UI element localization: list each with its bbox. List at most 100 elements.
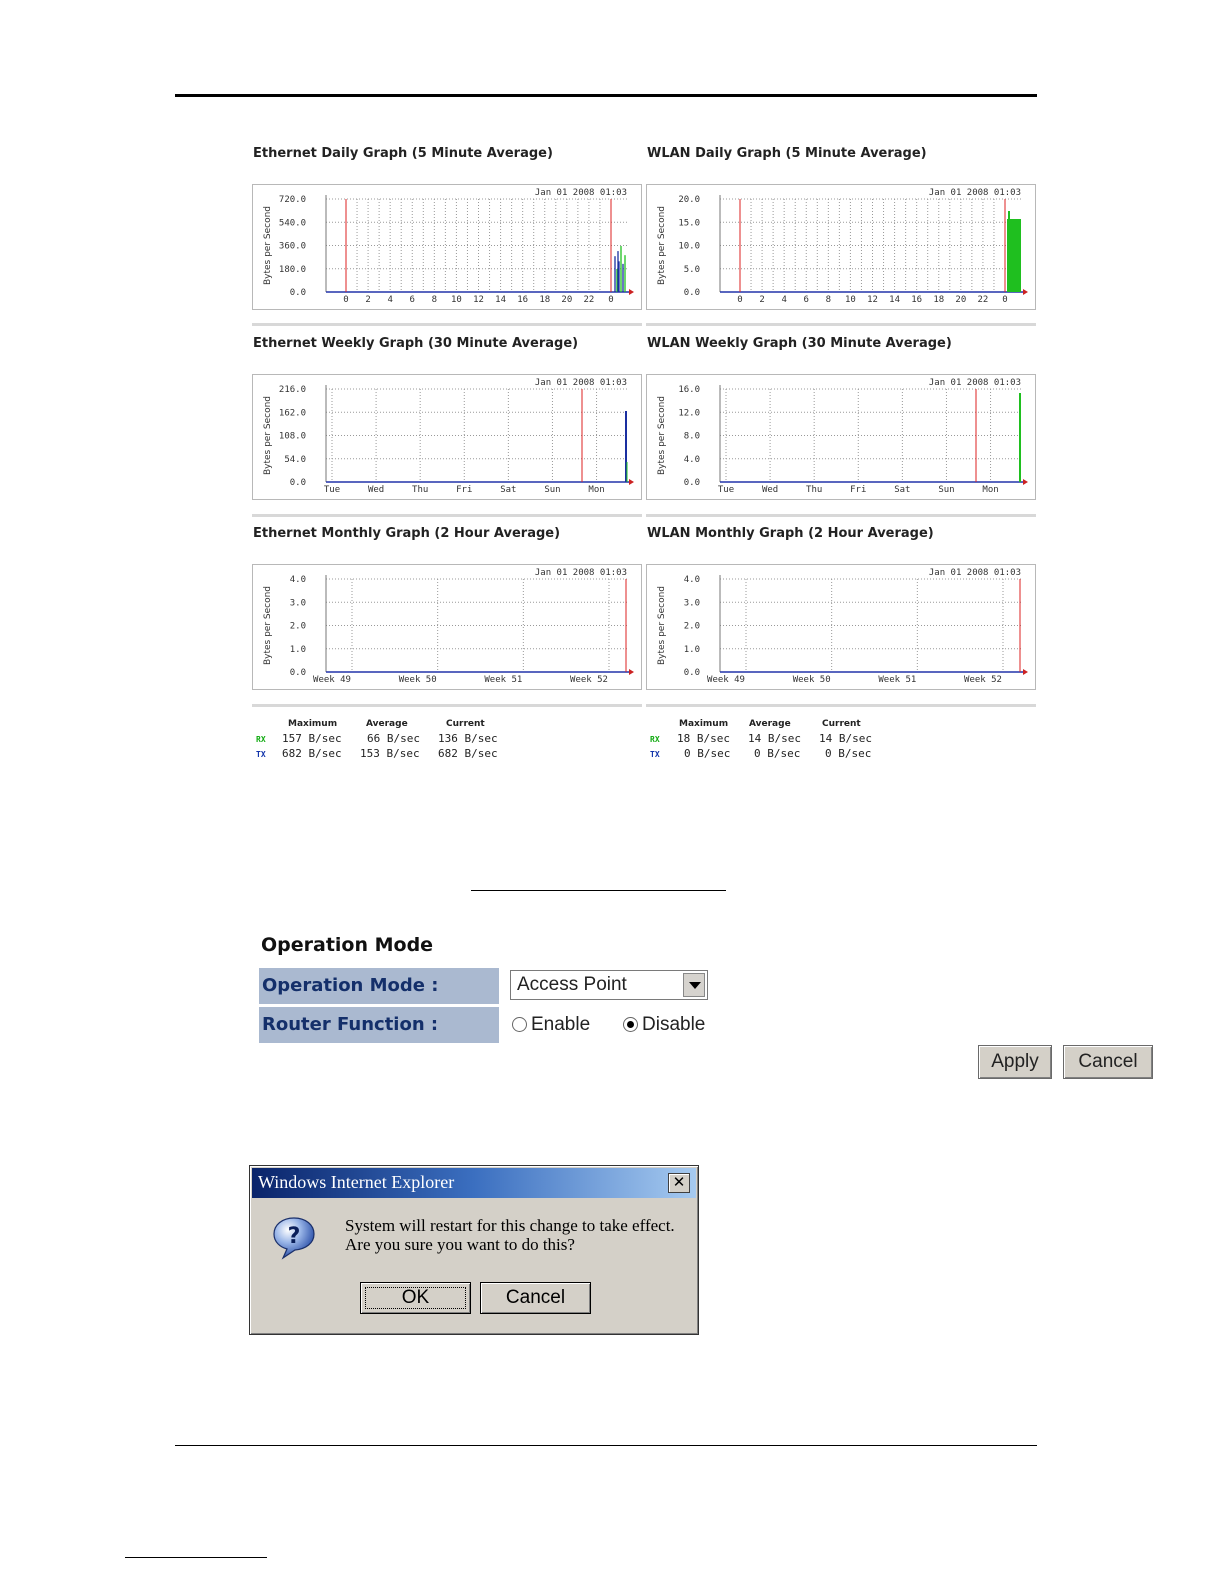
x-tick-label: 22 bbox=[583, 295, 594, 305]
dialog-cancel-button[interactable]: Cancel bbox=[480, 1282, 591, 1314]
x-tick-label: Wed bbox=[368, 485, 384, 495]
traffic-area bbox=[1007, 219, 1021, 292]
y-axis-label: Bytes per Second bbox=[263, 396, 273, 475]
eth-tx-max: 682 B/sec bbox=[282, 747, 342, 760]
y-tick-label: 3.0 bbox=[684, 598, 700, 608]
x-tick-label: Week 50 bbox=[399, 675, 437, 685]
x-tick-label: Tue bbox=[324, 485, 340, 495]
x-tick-label: Sat bbox=[894, 485, 910, 495]
close-icon[interactable]: ✕ bbox=[668, 1173, 690, 1193]
axis-arrow-icon bbox=[1023, 289, 1028, 295]
x-tick-label: 14 bbox=[495, 295, 506, 305]
wlan-tx-max: 0 B/sec bbox=[684, 747, 731, 760]
x-tick-label: Sat bbox=[500, 485, 516, 495]
dialog-ok-label: OK bbox=[401, 1287, 430, 1308]
wlan-daily-graph: Jan 01 2008 01:03 Bytes per Second 20.0 15.… bbox=[646, 184, 1036, 310]
stats-header-max: Maximum bbox=[679, 719, 729, 729]
x-tick-label: 4 bbox=[781, 295, 786, 305]
eth-weekly-title: Ethernet Weekly Graph (30 Minute Average… bbox=[253, 336, 579, 351]
eth-weekly-svg: Jan 01 2008 01:03 Bytes per Second 216.0 16… bbox=[263, 378, 634, 495]
y-tick-label: 0.0 bbox=[290, 478, 306, 488]
router-function-label: Router Function : bbox=[259, 1007, 499, 1043]
x-tick-label: Thu bbox=[412, 485, 428, 495]
x-tick-label: 0 bbox=[737, 295, 742, 305]
x-tick-label: Sun bbox=[938, 485, 954, 495]
x-tick-label: 8 bbox=[432, 295, 437, 305]
rx-label: RX bbox=[650, 735, 660, 744]
operation-mode-select[interactable]: Access Point bbox=[510, 970, 708, 1000]
wlan-rx-cur: 14 B/sec bbox=[819, 732, 872, 745]
y-tick-label: 20.0 bbox=[678, 195, 700, 205]
graph-timestamp: Jan 01 2008 01:03 bbox=[535, 188, 627, 198]
section-divider bbox=[471, 890, 726, 891]
y-tick-label: 720.0 bbox=[279, 195, 306, 205]
chevron-down-icon[interactable] bbox=[683, 973, 705, 997]
y-tick-label: 216.0 bbox=[279, 385, 306, 395]
y-tick-label: 0.0 bbox=[290, 288, 306, 298]
eth-daily-graph: Jan 01 2008 01:03 Bytes per Second 720.0 54… bbox=[252, 184, 642, 310]
router-disable-label: Disable bbox=[642, 1014, 706, 1035]
dialog-message-line1: System will restart for this change to t… bbox=[345, 1216, 675, 1235]
x-tick-label: 6 bbox=[804, 295, 809, 305]
axis-arrow-icon bbox=[1023, 669, 1028, 675]
stats-header-cur: Current bbox=[822, 719, 861, 729]
graph-timestamp: Jan 01 2008 01:03 bbox=[929, 188, 1021, 198]
y-tick-label: 180.0 bbox=[279, 265, 306, 275]
graph-separator bbox=[252, 704, 642, 707]
wlan-monthly-graph: Jan 01 2008 01:03 Bytes per Second 4.0 3.0 2… bbox=[646, 564, 1036, 690]
x-tick-label: 0 bbox=[608, 295, 613, 305]
router-disable-radio[interactable] bbox=[623, 1017, 638, 1032]
x-tick-label: 16 bbox=[517, 295, 528, 305]
x-tick-label: Week 51 bbox=[484, 675, 522, 685]
stats-header-avg: Average bbox=[749, 719, 791, 729]
operation-mode-heading: Operation Mode bbox=[261, 934, 434, 956]
y-tick-label: 10.0 bbox=[678, 242, 700, 252]
footer-rule bbox=[125, 1557, 267, 1558]
dialog-title: Windows Internet Explorer bbox=[258, 1172, 455, 1192]
wlan-daily-title: WLAN Daily Graph (5 Minute Average) bbox=[647, 146, 927, 161]
x-tick-label: Wed bbox=[762, 485, 778, 495]
x-tick-label: 10 bbox=[451, 295, 462, 305]
eth-daily-title: Ethernet Daily Graph (5 Minute Average) bbox=[253, 146, 553, 161]
wlan-rx-max: 18 B/sec bbox=[677, 732, 730, 745]
x-tick-label: Week 49 bbox=[707, 675, 745, 685]
graph-separator bbox=[646, 514, 1036, 517]
x-tick-label: 0 bbox=[1002, 295, 1007, 305]
x-tick-label: Week 49 bbox=[313, 675, 351, 685]
router-disable-option[interactable]: Disable bbox=[623, 1014, 705, 1036]
graph-separator bbox=[646, 323, 1036, 326]
y-axis-label: Bytes per Second bbox=[657, 586, 667, 665]
router-enable-option[interactable]: Enable bbox=[512, 1014, 590, 1036]
y-tick-label: 12.0 bbox=[678, 408, 700, 418]
router-enable-radio[interactable] bbox=[512, 1017, 527, 1032]
eth-tx-cur: 682 B/sec bbox=[438, 747, 498, 760]
y-axis-label: Bytes per Second bbox=[657, 396, 667, 475]
question-icon: ? bbox=[273, 1217, 315, 1260]
eth-rx-max: 157 B/sec bbox=[282, 732, 342, 745]
tx-label: TX bbox=[650, 750, 660, 759]
y-axis-label: Bytes per Second bbox=[657, 206, 667, 285]
x-tick-label: 4 bbox=[387, 295, 392, 305]
apply-button[interactable]: Apply bbox=[978, 1045, 1052, 1079]
dialog-message: System will restart for this change to t… bbox=[345, 1216, 675, 1254]
graph-separator bbox=[646, 704, 1036, 707]
x-tick-label: 20 bbox=[955, 295, 966, 305]
y-tick-label: 0.0 bbox=[684, 478, 700, 488]
wlan-monthly-title: WLAN Monthly Graph (2 Hour Average) bbox=[647, 526, 934, 541]
cancel-button[interactable]: Cancel bbox=[1063, 1045, 1153, 1079]
y-tick-label: 2.0 bbox=[684, 622, 700, 632]
y-tick-label: 360.0 bbox=[279, 242, 306, 252]
y-tick-label: 4.0 bbox=[684, 575, 700, 585]
y-tick-label: 0.0 bbox=[290, 668, 306, 678]
eth-monthly-svg: Jan 01 2008 01:03 Bytes per Second 4.0 3.0 2… bbox=[263, 568, 634, 685]
x-tick-label: 2 bbox=[759, 295, 764, 305]
y-tick-label: 2.0 bbox=[290, 622, 306, 632]
y-tick-label: 1.0 bbox=[684, 645, 700, 655]
axis-arrow-icon bbox=[629, 669, 634, 675]
wlan-weekly-graph: Jan 01 2008 01:03 Bytes per Second 16.0 12.… bbox=[646, 374, 1036, 500]
graph-timestamp: Jan 01 2008 01:03 bbox=[929, 568, 1021, 578]
dialog-ok-button[interactable]: OK bbox=[360, 1282, 471, 1314]
eth-monthly-title: Ethernet Monthly Graph (2 Hour Average) bbox=[253, 526, 561, 541]
operation-mode-label: Operation Mode : bbox=[259, 968, 499, 1004]
stats-header-cur: Current bbox=[446, 719, 485, 729]
